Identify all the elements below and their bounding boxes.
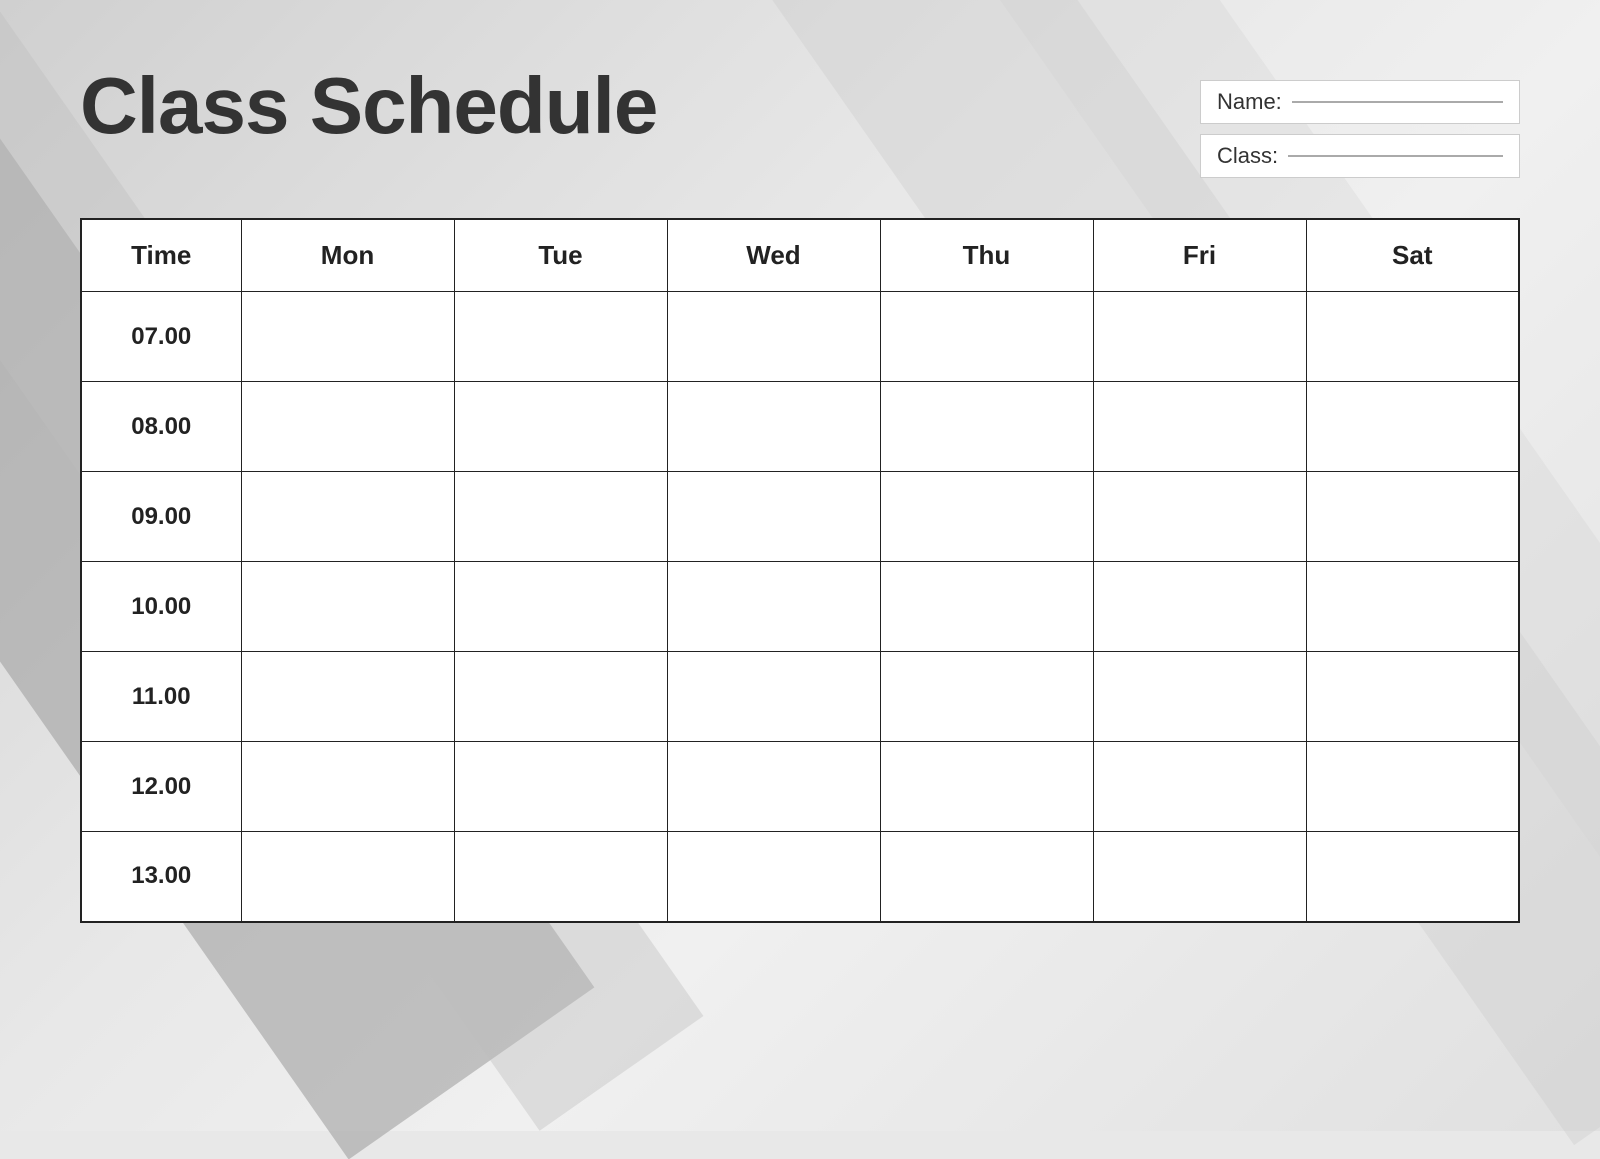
table-row: 07.00 xyxy=(81,292,1519,382)
col-header-thu: Thu xyxy=(880,219,1093,292)
table-header: Time Mon Tue Wed Thu Fri Sat xyxy=(81,219,1519,292)
name-field[interactable]: Name: xyxy=(1200,80,1520,124)
cell-mon-4[interactable] xyxy=(241,652,454,742)
class-field[interactable]: Class: xyxy=(1200,134,1520,178)
main-content: Class Schedule Name: Class: Time Mon Tue… xyxy=(0,0,1600,983)
time-cell-6: 13.00 xyxy=(81,832,241,922)
cell-sat-4[interactable] xyxy=(1306,652,1519,742)
cell-thu-2[interactable] xyxy=(880,472,1093,562)
time-cell-5: 12.00 xyxy=(81,742,241,832)
table-body: 07.0008.0009.0010.0011.0012.0013.00 xyxy=(81,292,1519,922)
table-row: 10.00 xyxy=(81,562,1519,652)
table-wrapper: Time Mon Tue Wed Thu Fri Sat 07.0008.000… xyxy=(80,218,1520,923)
schedule-table: Time Mon Tue Wed Thu Fri Sat 07.0008.000… xyxy=(80,218,1520,923)
cell-thu-6[interactable] xyxy=(880,832,1093,922)
header-row: Time Mon Tue Wed Thu Fri Sat xyxy=(81,219,1519,292)
cell-wed-3[interactable] xyxy=(667,562,880,652)
cell-tue-5[interactable] xyxy=(454,742,667,832)
cell-thu-4[interactable] xyxy=(880,652,1093,742)
name-line xyxy=(1292,101,1503,103)
cell-sat-3[interactable] xyxy=(1306,562,1519,652)
cell-mon-2[interactable] xyxy=(241,472,454,562)
cell-mon-5[interactable] xyxy=(241,742,454,832)
col-header-wed: Wed xyxy=(667,219,880,292)
cell-tue-0[interactable] xyxy=(454,292,667,382)
col-header-fri: Fri xyxy=(1093,219,1306,292)
col-header-sat: Sat xyxy=(1306,219,1519,292)
cell-sat-5[interactable] xyxy=(1306,742,1519,832)
col-header-time: Time xyxy=(81,219,241,292)
cell-fri-5[interactable] xyxy=(1093,742,1306,832)
cell-tue-2[interactable] xyxy=(454,472,667,562)
cell-wed-1[interactable] xyxy=(667,382,880,472)
cell-tue-6[interactable] xyxy=(454,832,667,922)
cell-wed-4[interactable] xyxy=(667,652,880,742)
cell-mon-3[interactable] xyxy=(241,562,454,652)
info-fields: Name: Class: xyxy=(1200,80,1520,178)
cell-sat-6[interactable] xyxy=(1306,832,1519,922)
class-line xyxy=(1288,155,1503,157)
cell-tue-4[interactable] xyxy=(454,652,667,742)
class-label: Class: xyxy=(1217,143,1278,169)
cell-fri-1[interactable] xyxy=(1093,382,1306,472)
cell-thu-5[interactable] xyxy=(880,742,1093,832)
cell-sat-1[interactable] xyxy=(1306,382,1519,472)
time-cell-1: 08.00 xyxy=(81,382,241,472)
col-header-tue: Tue xyxy=(454,219,667,292)
table-row: 08.00 xyxy=(81,382,1519,472)
cell-thu-0[interactable] xyxy=(880,292,1093,382)
cell-wed-0[interactable] xyxy=(667,292,880,382)
cell-thu-3[interactable] xyxy=(880,562,1093,652)
cell-sat-0[interactable] xyxy=(1306,292,1519,382)
page-title: Class Schedule xyxy=(80,60,657,152)
table-row: 11.00 xyxy=(81,652,1519,742)
cell-mon-6[interactable] xyxy=(241,832,454,922)
cell-thu-1[interactable] xyxy=(880,382,1093,472)
time-cell-3: 10.00 xyxy=(81,562,241,652)
cell-fri-3[interactable] xyxy=(1093,562,1306,652)
cell-fri-6[interactable] xyxy=(1093,832,1306,922)
cell-wed-2[interactable] xyxy=(667,472,880,562)
cell-fri-4[interactable] xyxy=(1093,652,1306,742)
cell-mon-0[interactable] xyxy=(241,292,454,382)
table-row: 09.00 xyxy=(81,472,1519,562)
time-cell-2: 09.00 xyxy=(81,472,241,562)
cell-fri-2[interactable] xyxy=(1093,472,1306,562)
cell-wed-6[interactable] xyxy=(667,832,880,922)
cell-sat-2[interactable] xyxy=(1306,472,1519,562)
cell-fri-0[interactable] xyxy=(1093,292,1306,382)
cell-wed-5[interactable] xyxy=(667,742,880,832)
cell-tue-3[interactable] xyxy=(454,562,667,652)
time-cell-0: 07.00 xyxy=(81,292,241,382)
time-cell-4: 11.00 xyxy=(81,652,241,742)
table-row: 12.00 xyxy=(81,742,1519,832)
col-header-mon: Mon xyxy=(241,219,454,292)
table-row: 13.00 xyxy=(81,832,1519,922)
header: Class Schedule Name: Class: xyxy=(80,60,1520,178)
cell-mon-1[interactable] xyxy=(241,382,454,472)
name-label: Name: xyxy=(1217,89,1282,115)
cell-tue-1[interactable] xyxy=(454,382,667,472)
